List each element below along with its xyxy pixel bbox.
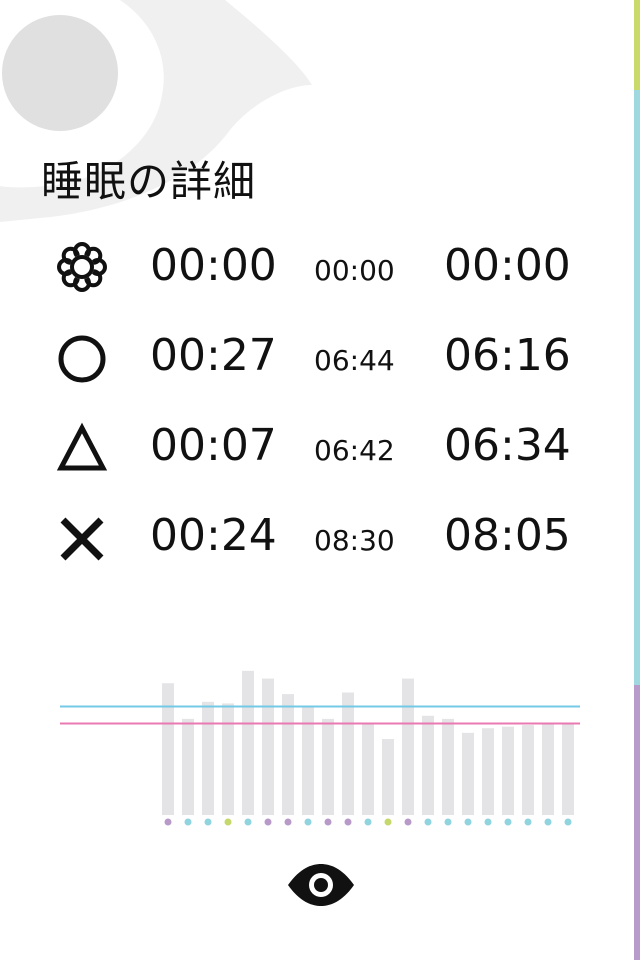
strip-segment-cyan — [634, 90, 640, 685]
row-total-time: 00:27 — [150, 330, 277, 381]
chart-dot — [484, 818, 492, 826]
circle-icon — [58, 335, 106, 383]
chart-dot — [164, 818, 172, 826]
sleep-row-circle: 00:27 06:44 06:16 — [0, 326, 640, 386]
chart-dot — [404, 818, 412, 826]
cross-icon — [60, 517, 104, 561]
strip-segment-green — [634, 0, 640, 90]
eye-icon[interactable] — [286, 860, 356, 910]
chart-bar — [382, 739, 394, 815]
chart-dot — [184, 818, 192, 826]
chart-dot — [364, 818, 372, 826]
sleep-row-flower: 00:00 00:00 00:00 — [0, 236, 640, 296]
chart-bar — [242, 670, 254, 815]
chart-bar — [462, 732, 474, 815]
chart-bar — [282, 694, 294, 815]
row-end-time: 08:05 — [444, 510, 571, 561]
chart-bar — [322, 718, 334, 815]
row-end-time: 06:16 — [444, 330, 571, 381]
chart-dot — [224, 818, 232, 826]
chart-bar — [442, 718, 454, 815]
chart-bar — [542, 723, 554, 815]
chart-bar — [502, 726, 514, 815]
row-end-time: 00:00 — [444, 240, 571, 291]
chart-bar — [222, 703, 234, 815]
page-title: 睡眠の詳細 — [41, 157, 257, 206]
chart-dot — [244, 818, 252, 826]
chart-bar — [202, 701, 214, 815]
chart-bar — [342, 692, 354, 815]
sleep-row-triangle: 00:07 06:42 06:34 — [0, 416, 640, 476]
chart-bar — [422, 715, 434, 815]
row-end-time: 06:34 — [444, 420, 571, 471]
chart-bar — [162, 683, 174, 815]
row-total-time: 00:24 — [150, 510, 277, 561]
row-mid-time: 06:44 — [314, 344, 395, 377]
chart-dot — [424, 818, 432, 826]
row-mid-time: 06:42 — [314, 434, 395, 467]
chart-dot — [204, 818, 212, 826]
chart-dot — [564, 818, 572, 826]
row-mid-time: 08:30 — [314, 524, 395, 557]
row-mid-time: 00:00 — [314, 254, 395, 287]
chart-bar — [482, 728, 494, 815]
chart-bar — [562, 723, 574, 815]
chart-bar — [522, 725, 534, 815]
chart-dot — [284, 818, 292, 826]
chart-bar — [402, 678, 414, 815]
sleep-bar-chart — [60, 670, 580, 826]
chart-dot — [464, 818, 472, 826]
row-total-time: 00:00 — [150, 240, 277, 291]
chart-dot — [324, 818, 332, 826]
chart-dot — [444, 818, 452, 826]
chart-dot — [384, 818, 392, 826]
chart-bar — [262, 678, 274, 815]
flower-icon — [57, 242, 107, 292]
chart-dot — [544, 818, 552, 826]
chart-bar — [362, 723, 374, 815]
chart-dot — [264, 818, 272, 826]
chart-dot — [524, 818, 532, 826]
chart-dot — [304, 818, 312, 826]
row-total-time: 00:07 — [150, 420, 277, 471]
triangle-icon — [56, 422, 108, 471]
sleep-row-cross: 00:24 08:30 08:05 — [0, 506, 640, 566]
chart-bar — [182, 718, 194, 815]
chart-dot — [504, 818, 512, 826]
chart-dot — [344, 818, 352, 826]
